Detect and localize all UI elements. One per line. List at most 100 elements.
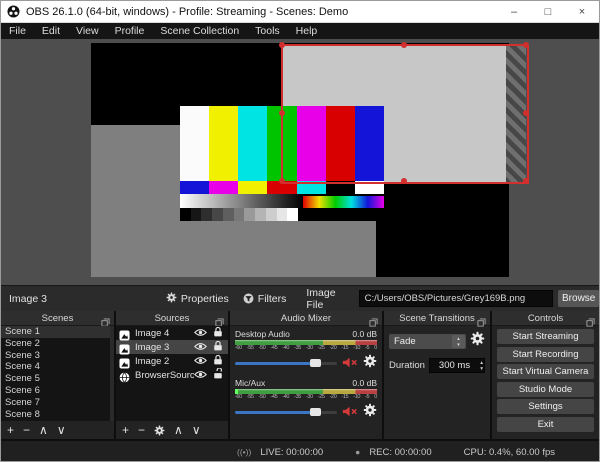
selection-handle[interactable] bbox=[279, 42, 285, 48]
properties-label: Properties bbox=[180, 292, 229, 305]
move-up-button[interactable]: ∧ bbox=[39, 422, 48, 438]
source-name: BrowserSource bbox=[135, 369, 194, 381]
volume-slider[interactable] bbox=[235, 359, 337, 367]
tick-label: -5 bbox=[365, 345, 370, 351]
mixer-level-value: 0.0 dB bbox=[352, 378, 377, 388]
transition-select[interactable]: Fade ▴ ▾ bbox=[389, 333, 466, 349]
chevron-updown-icon[interactable]: ▴ ▾ bbox=[452, 334, 465, 348]
filters-button[interactable]: Filters bbox=[243, 293, 286, 305]
selection-handle[interactable] bbox=[523, 178, 529, 184]
audio-mixer-header[interactable]: Audio Mixer bbox=[230, 311, 382, 327]
scene-list-item[interactable]: Scene 7 bbox=[1, 397, 114, 409]
controls-header[interactable]: Controls bbox=[492, 311, 599, 327]
source-properties-button[interactable] bbox=[154, 425, 165, 436]
sources-toolbar: + − ∧ ∨ bbox=[116, 421, 228, 439]
scene-list-item[interactable]: Scene 6 bbox=[1, 385, 114, 397]
eye-icon[interactable] bbox=[194, 366, 207, 384]
tick-label: -55 bbox=[246, 394, 254, 400]
duration-spinner[interactable]: 300 ms ▴ ▾ bbox=[428, 358, 485, 373]
close-button[interactable]: × bbox=[565, 1, 599, 22]
remove-scene-button[interactable]: − bbox=[23, 422, 30, 438]
source-name: Image 4 bbox=[135, 327, 170, 339]
scene-list-item[interactable]: Scene 3 bbox=[1, 350, 114, 362]
remove-source-button[interactable]: − bbox=[138, 422, 145, 438]
menu-bar: File Edit View Profile Scene Collection Tools… bbox=[1, 23, 599, 39]
slider-handle[interactable] bbox=[309, 408, 321, 416]
add-source-button[interactable]: + bbox=[122, 422, 129, 438]
browse-button[interactable]: Browse bbox=[558, 290, 599, 307]
meter-scale: -60 -55 -50 -45 -40 -35 -30 -25 -20 -15 -10 -5 0 bbox=[235, 394, 377, 401]
mute-speaker-icon[interactable] bbox=[342, 404, 358, 422]
scene-list-item[interactable]: Scene 5 bbox=[1, 373, 114, 385]
menu-view[interactable]: View bbox=[68, 25, 107, 37]
tick-label: -30 bbox=[305, 394, 313, 400]
selection-handle[interactable] bbox=[523, 110, 529, 116]
move-up-button[interactable]: ∧ bbox=[174, 422, 183, 438]
gray-step bbox=[190, 208, 202, 221]
scene-list-item[interactable]: Scene 2 bbox=[1, 338, 114, 350]
smpte-cast-block bbox=[209, 181, 239, 194]
start-streaming-button[interactable]: Start Streaming bbox=[497, 329, 594, 344]
mixer-gear-icon[interactable] bbox=[363, 354, 377, 373]
menu-file[interactable]: File bbox=[1, 25, 34, 37]
studio-mode-button[interactable]: Studio Mode bbox=[497, 381, 594, 397]
sources-header[interactable]: Sources bbox=[116, 311, 228, 327]
move-down-button[interactable]: ∨ bbox=[57, 422, 66, 438]
settings-button[interactable]: Settings bbox=[497, 399, 594, 414]
smpte-rainbow-gradient bbox=[303, 196, 384, 208]
gear-icon bbox=[166, 292, 177, 306]
image-file-input[interactable]: C:/Users/OBS/Pictures/Grey169B.png bbox=[358, 290, 554, 307]
exit-button[interactable]: Exit bbox=[497, 416, 594, 432]
selection-handle[interactable] bbox=[523, 42, 529, 48]
sources-title: Sources bbox=[154, 312, 190, 324]
menu-edit[interactable]: Edit bbox=[34, 25, 68, 37]
smpte-gray-gradient bbox=[180, 194, 303, 208]
meter-peak bbox=[235, 389, 238, 394]
minimize-button[interactable]: – bbox=[497, 1, 531, 22]
move-down-button[interactable]: ∨ bbox=[192, 422, 201, 438]
selection-handle[interactable] bbox=[401, 178, 407, 184]
source-name: Image 3 bbox=[135, 341, 170, 353]
popout-icon[interactable] bbox=[586, 314, 595, 327]
source-list-item[interactable]: BrowserSource bbox=[116, 366, 228, 384]
start-virtual-camera-button[interactable]: Start Virtual Camera bbox=[497, 364, 594, 379]
lock-icon[interactable] bbox=[213, 366, 223, 384]
selection-handle[interactable] bbox=[401, 42, 407, 48]
volume-slider[interactable] bbox=[235, 408, 337, 416]
maximize-button[interactable]: □ bbox=[531, 1, 565, 22]
popout-icon[interactable] bbox=[101, 314, 110, 327]
menu-tools[interactable]: Tools bbox=[247, 25, 288, 37]
scenes-header[interactable]: Scenes bbox=[1, 311, 114, 327]
selection-outline[interactable] bbox=[279, 42, 529, 184]
slider-handle[interactable] bbox=[309, 359, 321, 367]
menu-help[interactable]: Help bbox=[288, 25, 326, 37]
tick-label: -25 bbox=[317, 394, 325, 400]
transition-gear-icon[interactable] bbox=[470, 331, 485, 351]
spinner-arrows-icon[interactable]: ▴ ▾ bbox=[480, 359, 483, 372]
tick-label: -35 bbox=[294, 394, 301, 400]
mute-speaker-icon[interactable] bbox=[342, 355, 358, 373]
menu-profile[interactable]: Profile bbox=[107, 25, 153, 37]
image-icon bbox=[119, 328, 130, 341]
cpu-status: CPU: 0.4%, 60.00 fps bbox=[463, 446, 555, 458]
menu-scene-collection[interactable]: Scene Collection bbox=[152, 25, 247, 37]
popout-icon[interactable] bbox=[215, 314, 224, 327]
scene-transitions-header[interactable]: Scene Transitions bbox=[384, 311, 490, 327]
scene-list-item[interactable]: Scene 8 bbox=[1, 409, 114, 421]
scene-list-item[interactable]: Scene 1 bbox=[1, 326, 114, 338]
meter-scale: -60 -55 -50 -45 -40 -35 -30 -25 -20 -15 -10 -5 0 bbox=[235, 345, 377, 352]
popout-icon[interactable] bbox=[477, 314, 486, 327]
gray-step bbox=[180, 208, 191, 221]
mixer-gear-icon[interactable] bbox=[363, 403, 377, 422]
volume-meter bbox=[235, 340, 377, 345]
add-scene-button[interactable]: + bbox=[7, 422, 14, 438]
sources-list: Image 4 Image 3 Image 2 BrowserSource bbox=[116, 326, 228, 421]
start-recording-button[interactable]: Start Recording bbox=[497, 346, 594, 362]
dock-panels: Scenes Scene 1 Scene 2 Scene 3 Scene 4 Scene… bbox=[1, 311, 599, 439]
scene-list-item[interactable]: Scene 4 bbox=[1, 361, 114, 373]
selection-handle[interactable] bbox=[279, 178, 285, 184]
popout-icon[interactable] bbox=[369, 314, 378, 327]
properties-button[interactable]: Properties bbox=[166, 292, 229, 306]
scenes-scrollbar[interactable] bbox=[110, 326, 114, 421]
selection-handle[interactable] bbox=[279, 110, 285, 116]
